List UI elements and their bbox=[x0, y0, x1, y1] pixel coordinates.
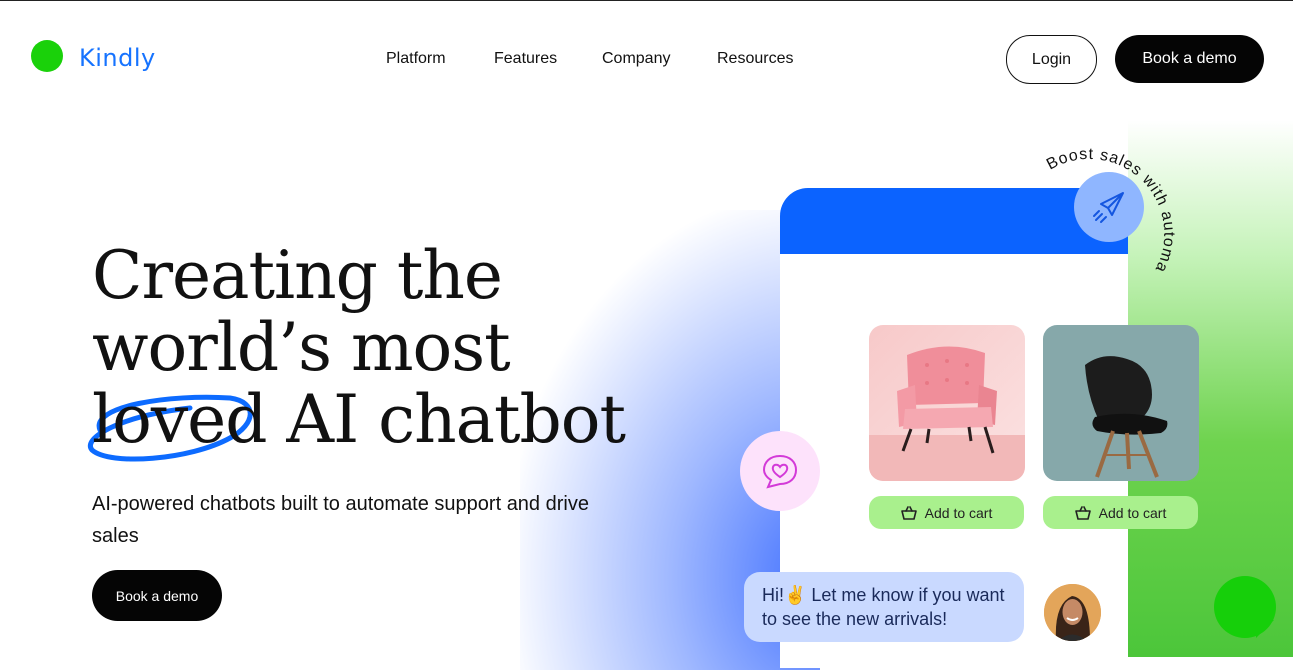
hero-headline: Creating the world’s most loved AI chatb… bbox=[88, 237, 652, 462]
add-to-cart-label-2: Add to cart bbox=[1098, 504, 1167, 521]
top-border bbox=[0, 0, 1293, 1]
chat-heart-badge bbox=[740, 431, 820, 511]
nav-item-features[interactable]: Features bbox=[494, 50, 557, 68]
headline-line-2: world’s most bbox=[92, 309, 511, 386]
nav-item-resources[interactable]: Resources bbox=[717, 50, 793, 68]
add-to-cart-button-1[interactable]: Add to cart bbox=[869, 496, 1024, 529]
product-card-armchair[interactable] bbox=[869, 325, 1025, 481]
logo-icon[interactable] bbox=[31, 40, 63, 72]
headline-line-3-rest: AI chatbot bbox=[266, 381, 626, 458]
rocket-icon bbox=[1093, 192, 1124, 223]
add-to-cart-label-1: Add to cart bbox=[924, 504, 993, 521]
basket-icon bbox=[1074, 505, 1091, 520]
nav-item-platform[interactable]: Platform bbox=[386, 50, 446, 68]
heart-chat-icon bbox=[762, 454, 798, 489]
chat-launcher-tail bbox=[1256, 620, 1274, 638]
agent-portrait-image bbox=[1044, 584, 1101, 641]
chat-message-bubble: Hi!✌️ Let me know if you want to see the… bbox=[744, 572, 1024, 642]
agent-avatar bbox=[1044, 584, 1101, 641]
product-card-chair[interactable] bbox=[1043, 325, 1199, 481]
hero-subtitle: AI-powered chatbots built to automate su… bbox=[92, 493, 589, 547]
pink-armchair-image bbox=[869, 346, 1025, 481]
headline-line-1: Creating the bbox=[92, 237, 503, 314]
book-demo-button[interactable]: Book a demo bbox=[1115, 35, 1264, 83]
hero-book-demo-button[interactable]: Book a demo bbox=[92, 570, 222, 621]
headline-loved-word: loved bbox=[88, 384, 267, 462]
headline-line-3: loved AI chatbot bbox=[88, 381, 652, 462]
nav-item-company[interactable]: Company bbox=[602, 50, 670, 68]
login-button[interactable]: Login bbox=[1006, 35, 1097, 84]
add-to-cart-button-2[interactable]: Add to cart bbox=[1043, 496, 1198, 529]
basket-icon bbox=[900, 505, 917, 520]
brand-name[interactable]: Kindly bbox=[79, 44, 156, 72]
black-chair-image bbox=[1085, 356, 1168, 478]
rocket-badge bbox=[1074, 172, 1144, 242]
